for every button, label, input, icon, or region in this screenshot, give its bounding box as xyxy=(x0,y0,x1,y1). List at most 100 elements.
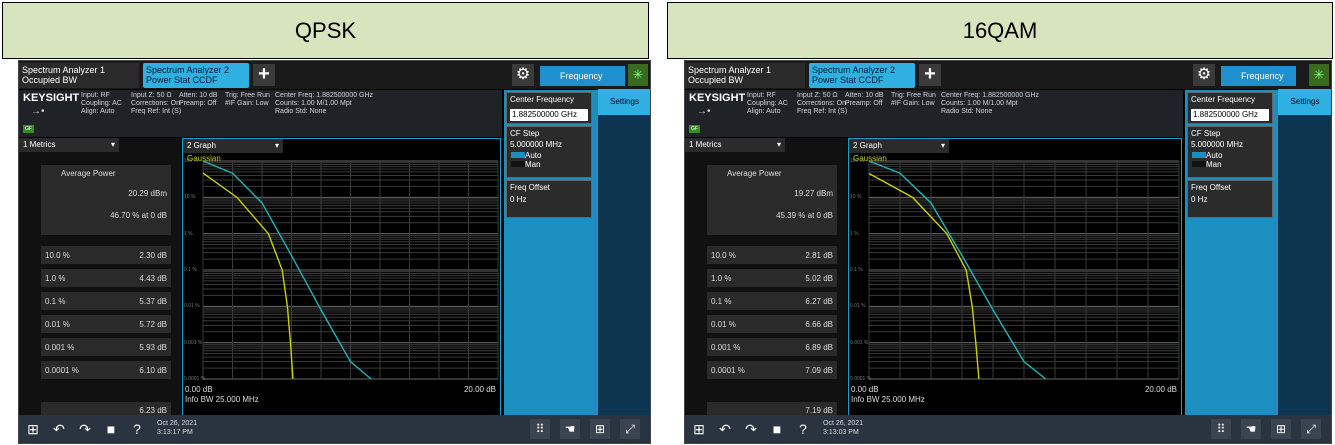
ccdf-row: 10.0 % 2.30 dB xyxy=(41,246,171,264)
y-tick-label: 0.001 % xyxy=(850,339,869,346)
ccdf-value: 5.37 dB xyxy=(139,297,167,306)
cf-step-button[interactable]: CF Step 5.000000 MHz Auto Man xyxy=(1187,126,1273,178)
window-layout-icon[interactable]: ⊞ xyxy=(1271,419,1291,439)
metrics-dropdown[interactable]: 1 Metrics ▾ xyxy=(685,138,785,152)
tab-spectrum-analyzer-2[interactable]: Spectrum Analyzer 2 Power Stat CCDF xyxy=(809,63,915,88)
y-tick-label: 0.01 % xyxy=(184,303,200,310)
man-label: Man xyxy=(525,160,541,169)
ccdf-row: 0.0001 % 6.10 dB xyxy=(41,361,171,379)
ccdf-row: 0.01 % 5.72 dB xyxy=(41,315,171,333)
ccdf-probability: 0.001 % xyxy=(45,343,75,352)
ccdf-value: 5.02 dB xyxy=(805,274,833,283)
undo-icon[interactable]: ↶ xyxy=(49,419,69,439)
center-frequency-label: Center Frequency xyxy=(1191,95,1256,104)
ccdf-value: 6.66 dB xyxy=(805,320,833,329)
taskbar: ⊞ ↶ ↷ ■? Oct 26, 2021 3:13:17 PM ⠿ ☚ ⊞ ⤢ xyxy=(19,415,650,443)
window-layout-icon[interactable]: ⊞ xyxy=(590,419,610,439)
x-start-label: 0.00 dB xyxy=(851,385,879,394)
average-power-label: Average Power xyxy=(61,169,116,178)
time-label: 3:13:03 PM xyxy=(823,429,859,436)
fullscreen-icon[interactable]: ⤢ xyxy=(1301,419,1321,439)
center-frequency-label: Center Frequency xyxy=(510,95,575,104)
y-tick-label: 0.0001 % xyxy=(850,376,872,382)
metrics-dropdown-label: 1 Metrics xyxy=(23,140,56,149)
folder-icon[interactable]: ■ xyxy=(767,419,787,439)
y-tick-label: 10 % xyxy=(850,194,862,201)
ccdf-row: 1.0 % 5.02 dB xyxy=(707,269,837,287)
ccdf-value: 5.93 dB xyxy=(139,343,167,352)
keysight-logo: KEYSIGHT xyxy=(689,92,746,104)
center-frequency-value[interactable]: 1.882500000 GHz xyxy=(510,109,589,121)
windows-icon[interactable]: ⊞ xyxy=(23,419,43,439)
windows-icon[interactable]: ⊞ xyxy=(689,419,709,439)
y-tick-label: 100 % xyxy=(850,158,865,164)
status-block: Input Z: 50 Ω Corrections: On Freq Ref: … xyxy=(797,92,848,115)
y-tick-label: 0.1 % xyxy=(850,267,863,273)
ccdf-probability: 10.0 % xyxy=(711,251,736,260)
settings-gear-icon[interactable]: ⚙ xyxy=(1193,64,1215,86)
status-block: Input: RF Coupling: AC Align: Auto xyxy=(747,92,788,115)
metrics-panel: 1 Metrics ▾ Average Power 19.27 dBm 45.39 % … xyxy=(685,138,847,440)
folder-icon[interactable]: ■ xyxy=(101,419,121,439)
date-label: Oct 26, 2021 xyxy=(157,420,198,427)
metrics-dropdown[interactable]: 1 Metrics ▾ xyxy=(19,138,119,152)
settings-tab[interactable]: Settings xyxy=(598,89,650,115)
info-bw-label: Info BW 25.000 MHz xyxy=(185,395,259,404)
x-start-label: 0.00 dB xyxy=(185,385,213,394)
tab-spectrum-analyzer-1[interactable]: Spectrum Analyzer 1 Occupied BW xyxy=(19,63,139,88)
frequency-menu-button[interactable]: Frequency xyxy=(1221,66,1296,86)
freq-offset-button[interactable]: Freq Offset 0 Hz xyxy=(506,180,593,218)
cf-step-label: CF Step xyxy=(510,129,540,138)
status-block: Input Z: 50 Ω Corrections: On Freq Ref: … xyxy=(131,92,182,115)
chevron-down-icon: ▾ xyxy=(110,140,115,149)
redo-icon[interactable]: ↷ xyxy=(741,419,761,439)
help-icon[interactable]: ? xyxy=(127,419,147,439)
tab-spectrum-analyzer-1[interactable]: Spectrum Analyzer 1 Occupied BW xyxy=(685,63,805,88)
help-icon[interactable]: ? xyxy=(793,419,813,439)
fullscreen-icon[interactable]: ⤢ xyxy=(620,419,640,439)
redo-icon[interactable]: ↷ xyxy=(75,419,95,439)
keypad-icon[interactable]: ⠿ xyxy=(530,419,550,439)
ccdf-value: 6.27 dB xyxy=(805,297,833,306)
ccdf-probability: 0.01 % xyxy=(711,320,736,329)
ccdf-row: 0.1 % 6.27 dB xyxy=(707,292,837,310)
center-frequency-button[interactable]: Center Frequency 1.882500000 GHz xyxy=(1187,92,1273,124)
undo-icon[interactable]: ↶ xyxy=(715,419,735,439)
ccdf-value: 6.10 dB xyxy=(139,366,167,375)
tab-spectrum-analyzer-2[interactable]: Spectrum Analyzer 2 Power Stat CCDF xyxy=(143,63,249,88)
settings-tab[interactable]: Settings xyxy=(1278,89,1331,115)
center-frequency-button[interactable]: Center Frequency 1.882500000 GHz xyxy=(506,92,593,124)
freq-offset-label: Freq Offset xyxy=(510,183,550,192)
menu-edge: Settings xyxy=(598,89,650,417)
ccdf-value: 7.09 dB xyxy=(805,366,833,375)
ccdf-graph: 2 Graph ▾ Gaussian 100 % 10 % 1 % 0.1 % 0.01 % 0… xyxy=(182,138,501,417)
ccdf-value: 4.43 dB xyxy=(139,274,167,283)
add-screen-button[interactable]: + xyxy=(253,64,275,86)
cf-step-button[interactable]: CF Step 5.000000 MHz Auto Man xyxy=(506,126,593,178)
keypad-icon[interactable]: ⠿ xyxy=(1211,419,1231,439)
settings-gear-icon[interactable]: ⚙ xyxy=(512,64,534,86)
touch-icon[interactable]: ☚ xyxy=(560,419,580,439)
ccdf-probability: 0.0001 % xyxy=(711,366,745,375)
status-block: Trig: Free Run #IF Gain: Low xyxy=(891,92,936,107)
signal-status-icon: ✳ xyxy=(628,64,648,86)
frequency-menu-button[interactable]: Frequency xyxy=(540,66,625,86)
input-arrow-icon: →• xyxy=(31,106,45,117)
status-block: Atten: 10 dB Preamp: Off xyxy=(179,92,218,107)
status-block: Atten: 10 dB Preamp: Off xyxy=(845,92,884,107)
ccdf-probability: 10.0 % xyxy=(45,251,70,260)
touch-icon[interactable]: ☚ xyxy=(1241,419,1261,439)
freq-offset-button[interactable]: Freq Offset 0 Hz xyxy=(1187,180,1273,218)
date-label: Oct 26, 2021 xyxy=(823,420,864,427)
y-tick-label: 10 % xyxy=(184,194,196,201)
y-tick-label: 0.01 % xyxy=(850,303,866,310)
ccdf-row: 1.0 % 4.43 dB xyxy=(41,269,171,287)
y-tick-label: 0.1 % xyxy=(184,267,197,273)
input-arrow-icon: →• xyxy=(697,106,711,117)
freq-offset-value: 0 Hz xyxy=(510,195,527,204)
tab-bar: Spectrum Analyzer 1 Occupied BW Spectrum … xyxy=(19,61,650,89)
man-indicator xyxy=(1192,161,1206,167)
center-frequency-value[interactable]: 1.882500000 GHz xyxy=(1191,109,1269,121)
add-screen-button[interactable]: + xyxy=(919,64,941,86)
status-block: Trig: Free Run #IF Gain: Low xyxy=(225,92,270,107)
